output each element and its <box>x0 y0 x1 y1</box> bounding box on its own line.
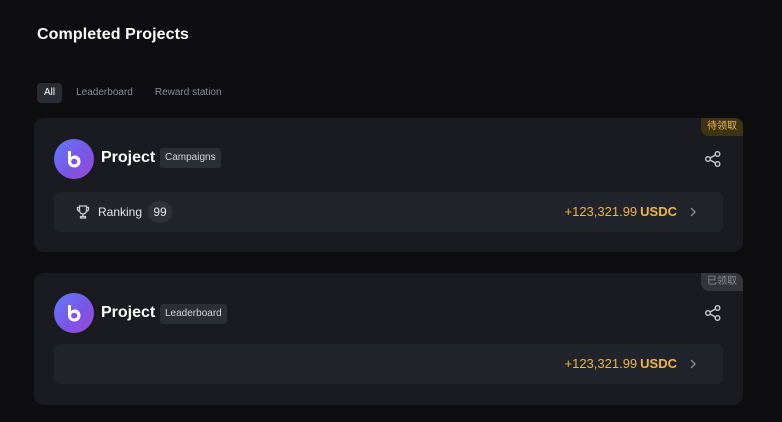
share-icon[interactable] <box>704 304 722 322</box>
project-name: Project <box>101 149 156 166</box>
filter-tabs: All Leaderboard Reward station <box>37 83 230 103</box>
reward-amount: +123,321.99 USDC <box>565 204 678 219</box>
reward-amount: +123,321.99 USDC <box>565 356 678 371</box>
reward-row[interactable]: Ranking 99 +123,321.99 USDC <box>54 192 723 232</box>
status-badge: 已领取 <box>701 273 743 291</box>
amount-currency: USDC <box>640 204 677 219</box>
project-name: Project <box>101 304 156 321</box>
ranking-label: Ranking <box>98 205 143 219</box>
project-logo-icon <box>54 293 94 333</box>
amount-value: +123,321.99 <box>564 204 638 219</box>
ranking-value: 99 <box>148 201 172 223</box>
tab-leaderboard[interactable]: Leaderboard <box>68 83 141 103</box>
trophy-icon <box>76 205 90 219</box>
share-icon[interactable] <box>704 150 722 168</box>
tab-reward-station[interactable]: Reward station <box>147 83 230 103</box>
amount-value: +123,321.99 <box>564 356 638 371</box>
reward-row[interactable]: +123,321.99 USDC <box>54 344 723 384</box>
category-badge: Leaderboard <box>160 304 227 324</box>
page-title: Completed Projects <box>37 26 190 43</box>
chevron-right-icon <box>690 359 696 369</box>
status-badge: 待领取 <box>701 118 743 136</box>
chevron-right-icon <box>690 207 696 217</box>
category-badge: Campaigns <box>160 148 221 168</box>
project-card: 已领取 Project Leaderboard +123,321.99 USDC <box>34 273 743 405</box>
project-card: 待领取 Project Campaigns Ranking 99 +123,32… <box>34 118 743 252</box>
tab-all[interactable]: All <box>37 83 63 103</box>
amount-currency: USDC <box>640 356 677 371</box>
project-logo-icon <box>54 139 94 179</box>
